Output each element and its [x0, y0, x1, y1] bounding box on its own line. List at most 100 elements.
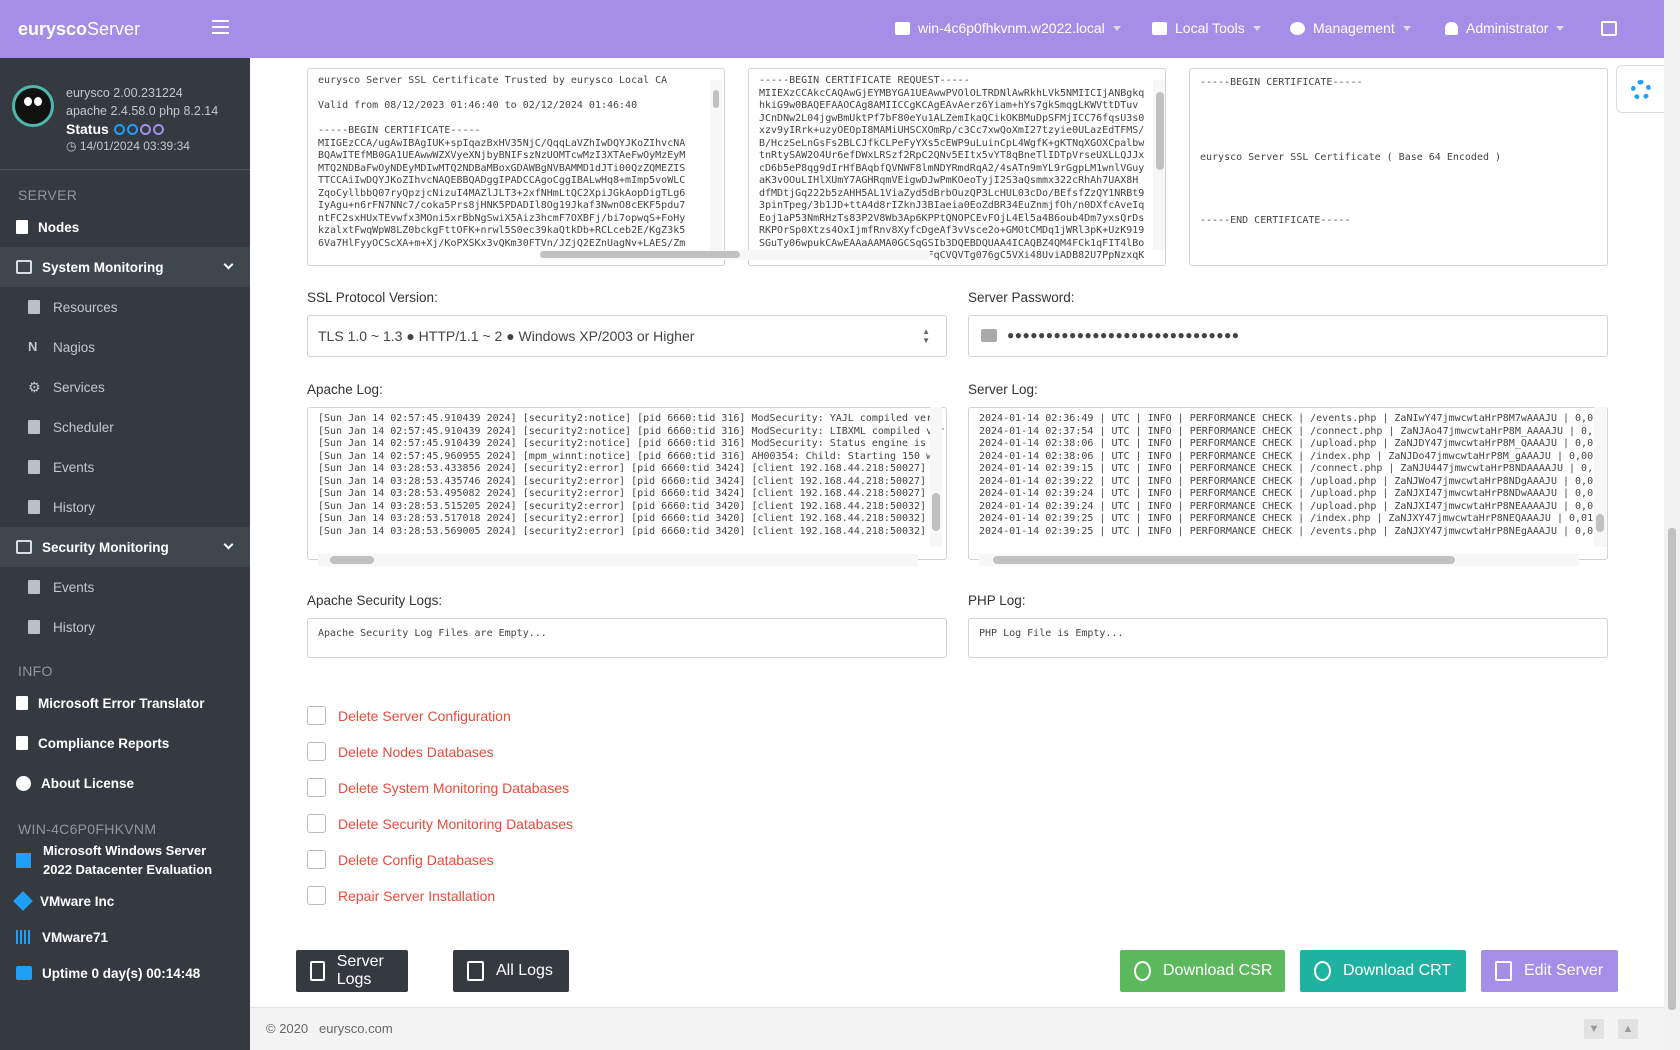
option-delete-system-monitoring-db[interactable]: Delete System Monitoring Databases	[307, 778, 569, 797]
monitor-shield-icon	[16, 540, 32, 554]
nav-nagios[interactable]: N Nagios	[0, 327, 250, 367]
os-line2: 2022 Datacenter Evaluation	[43, 862, 213, 877]
apache-log-textarea[interactable]: [Sun Jan 14 02:57:45.910439 2024] [secur…	[307, 407, 947, 560]
download-csr-button[interactable]: Download CSR	[1120, 950, 1285, 992]
server-icon	[895, 21, 910, 35]
option-label: Repair Server Installation	[338, 887, 496, 904]
server-logs-label: Server Logs	[336, 953, 384, 988]
scroll-down-icon[interactable]: ▼	[1584, 1019, 1604, 1039]
nav-compliance-reports[interactable]: Compliance Reports	[0, 723, 250, 763]
top-navbar: win-4c6p0fhkvnm.w2022.local Local Tools …	[250, 0, 1664, 58]
sitemap-icon	[16, 220, 28, 234]
nav-services[interactable]: ⚙ Services	[0, 367, 250, 407]
apache-log-label: Apache Log:	[307, 382, 383, 397]
nav-sec-events[interactable]: Events	[0, 567, 250, 607]
server-logs-button[interactable]: Server Logs	[296, 950, 408, 992]
apache-log-h-scrollbar[interactable]	[318, 554, 918, 566]
caret-down-icon	[1556, 25, 1565, 31]
nagios-icon: N	[28, 339, 38, 354]
download-crt-button[interactable]: Download CRT	[1300, 950, 1466, 992]
nav-security-monitoring[interactable]: Security Monitoring	[0, 527, 250, 567]
checkbox[interactable]	[307, 814, 326, 833]
nav-events-label: Events	[53, 459, 95, 475]
server-log-h-scrollbar[interactable]	[979, 554, 1579, 566]
local-tools-label: Local Tools	[1175, 20, 1245, 36]
apache-log-v-scrollbar[interactable]	[930, 407, 942, 547]
ssl-protocol-label: SSL Protocol Version:	[307, 290, 438, 305]
certificate-icon	[1134, 961, 1151, 981]
management-dropdown[interactable]: Management	[1290, 20, 1411, 36]
copy-icon	[467, 961, 484, 981]
nav-history-label: History	[53, 499, 96, 515]
status-refresh-icon	[153, 124, 165, 135]
brand-rest: Server	[87, 18, 141, 39]
certificate-info-textarea[interactable]: eurysco Server SSL Certificate Trusted b…	[307, 68, 725, 266]
windows-icon	[16, 853, 31, 868]
footer-site-link[interactable]: eurysco.com	[319, 1021, 393, 1036]
apache-security-logs-textarea[interactable]: Apache Security Log Files are Empty...	[307, 618, 947, 658]
all-logs-button[interactable]: All Logs	[453, 950, 569, 992]
user-label: Administrator	[1466, 20, 1549, 36]
option-delete-server-config[interactable]: Delete Server Configuration	[307, 706, 511, 725]
csr-textarea[interactable]: -----BEGIN CERTIFICATE REQUEST----- MIIE…	[748, 68, 1166, 266]
download-crt-label: Download CRT	[1343, 962, 1452, 979]
status-label: Status	[66, 121, 109, 137]
checkbox[interactable]	[307, 742, 326, 761]
checkbox[interactable]	[307, 778, 326, 797]
nav-resources[interactable]: Resources	[0, 287, 250, 327]
nav-about-license[interactable]: About License	[0, 763, 250, 803]
medkit-icon	[16, 696, 28, 710]
certificate-icon	[16, 775, 31, 791]
scroll-up-icon[interactable]: ▲	[1618, 1019, 1638, 1039]
file-icon	[310, 961, 325, 981]
fullscreen-icon[interactable]	[1601, 21, 1617, 36]
local-tools-dropdown[interactable]: Local Tools	[1152, 20, 1261, 36]
nav-about-license-label: About License	[41, 775, 135, 791]
nav-error-translator[interactable]: Microsoft Error Translator	[0, 683, 250, 723]
option-label: Delete Config Databases	[338, 851, 494, 868]
option-delete-nodes-db[interactable]: Delete Nodes Databases	[307, 742, 494, 761]
user-icon	[1445, 21, 1458, 35]
cert-scrollbar[interactable]	[540, 250, 930, 260]
user-dropdown[interactable]: Administrator	[1445, 20, 1565, 36]
server-password-input[interactable]: ●●●●●●●●●●●●●●●●●●●●●●●●●●●●●●	[968, 315, 1608, 357]
page-scrollbar[interactable]	[1664, 0, 1680, 1050]
nav-nagios-label: Nagios	[53, 339, 96, 355]
php-log-textarea[interactable]: PHP Log File is Empty...	[968, 618, 1608, 658]
settings-gear-button[interactable]	[1616, 65, 1664, 113]
hamburger-menu-icon[interactable]	[212, 20, 229, 34]
vendor-info: VMware Inc	[0, 883, 250, 919]
nav-events[interactable]: Events	[0, 447, 250, 487]
server-log-v-scrollbar[interactable]	[1594, 407, 1606, 547]
option-delete-security-monitoring-db[interactable]: Delete Security Monitoring Databases	[307, 814, 573, 833]
checkbox[interactable]	[307, 706, 326, 725]
brand-logo[interactable]: eurysco Server	[0, 0, 250, 58]
nav-compliance-reports-label: Compliance Reports	[38, 735, 170, 751]
management-label: Management	[1313, 20, 1395, 36]
ssl-protocol-select[interactable]: TLS 1.0 ~ 1.3 ● HTTP/1.1 ~ 2 ● Windows X…	[307, 315, 947, 357]
nav-sec-history[interactable]: History	[0, 607, 250, 647]
nav-scheduler[interactable]: Scheduler	[0, 407, 250, 447]
csr-v-scrollbar[interactable]	[1153, 80, 1165, 250]
edit-server-button[interactable]: Edit Server	[1481, 950, 1618, 992]
option-delete-config-db[interactable]: Delete Config Databases	[307, 850, 494, 869]
cogs-icon	[1290, 21, 1305, 35]
nav-nodes[interactable]: Nodes	[0, 207, 250, 247]
checkbox[interactable]	[307, 850, 326, 869]
avatar	[12, 85, 54, 127]
nav-sec-events-label: Events	[53, 579, 95, 595]
nav-history[interactable]: History	[0, 487, 250, 527]
option-repair-server-installation[interactable]: Repair Server Installation	[307, 886, 495, 905]
footer: © 2020 eurysco.com ▼ ▲	[250, 1007, 1664, 1050]
host-dropdown[interactable]: win-4c6p0fhkvnm.w2022.local	[895, 20, 1121, 36]
calendar-icon	[28, 420, 40, 434]
version-text: eurysco 2.00.231224	[66, 86, 183, 100]
section-server: SERVER	[18, 187, 78, 203]
server-log-textarea[interactable]: 2024-01-14 02:36:49 | UTC | INFO | PERFO…	[968, 407, 1608, 560]
cert-v-scrollbar[interactable]	[710, 80, 722, 250]
ssl-protocol-value: TLS 1.0 ~ 1.3 ● HTTP/1.1 ~ 2 ● Windows X…	[318, 328, 695, 344]
crt-textarea[interactable]: -----BEGIN CERTIFICATE----- eurysco Serv…	[1189, 68, 1608, 266]
nav-system-monitoring[interactable]: System Monitoring	[0, 247, 250, 287]
checkbox[interactable]	[307, 886, 326, 905]
chevron-down-icon	[223, 539, 234, 550]
